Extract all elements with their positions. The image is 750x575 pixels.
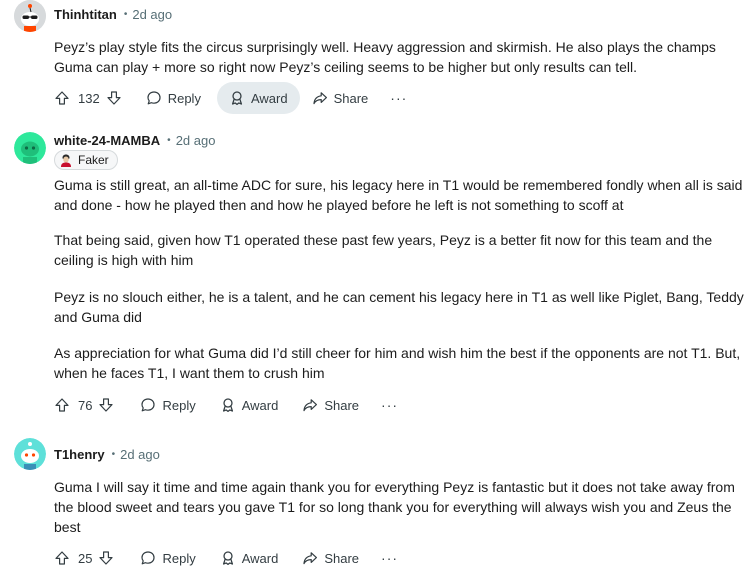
award-label: Award (241, 550, 279, 566)
vote-count: 132 (78, 90, 100, 106)
share-button[interactable]: Share (290, 389, 371, 421)
separator: • (111, 448, 116, 460)
comment-actions: 76 Reply Award Share ··· (54, 388, 408, 422)
comment-paragraph: That being said, given how T1 operated t… (54, 232, 713, 268)
more-options-button[interactable]: ··· (371, 550, 408, 566)
separator: • (123, 8, 128, 20)
award-label: Award (241, 397, 279, 413)
reply-button[interactable]: Reply (134, 82, 213, 114)
downvote-icon[interactable] (98, 397, 114, 413)
award-icon (229, 90, 245, 106)
more-options-button[interactable]: ··· (371, 397, 408, 413)
share-label: Share (324, 550, 360, 566)
username[interactable]: white-24-MAMBA (54, 133, 160, 148)
user-flair: Faker (54, 150, 118, 170)
timestamp[interactable]: 2d ago (176, 133, 216, 148)
upvote-icon[interactable] (54, 550, 70, 566)
comment-body: Guma is still great, an all-time ADC for… (54, 175, 744, 381)
username[interactable]: T1henry (54, 447, 105, 462)
faker-portrait-icon (59, 153, 73, 167)
vote-group: 132 (54, 81, 128, 115)
vote-group: 25 (54, 541, 120, 575)
comment-actions: 132 Reply Award Share ··· (54, 81, 417, 115)
more-options-button[interactable]: ··· (380, 90, 417, 106)
comment-paragraph: Guma is still great, an all-time ADC for… (54, 177, 743, 213)
downvote-icon[interactable] (106, 90, 122, 106)
vote-group: 76 (54, 388, 120, 422)
comment-paragraph: As appreciation for what Guma did I’d st… (54, 345, 741, 381)
upvote-icon[interactable] (54, 90, 70, 106)
reply-button[interactable]: Reply (128, 389, 207, 421)
vote-count: 25 (78, 550, 93, 566)
share-icon (312, 90, 328, 106)
comment-body: Peyz’s play style fits the circus surpri… (54, 37, 744, 77)
comment-paragraph: Peyz is no slouch either, he is a talent… (54, 289, 744, 325)
reply-label: Reply (162, 397, 196, 413)
comment-paragraph: Peyz’s play style fits the circus surpri… (54, 39, 716, 75)
username[interactable]: Thinhtitan (54, 7, 117, 22)
flair-label: Faker (78, 153, 109, 167)
reply-icon (140, 550, 156, 566)
share-icon (302, 550, 318, 566)
snoo-teal-avatar-icon[interactable] (14, 438, 46, 470)
comment-actions: 25 Reply Award Share ··· (54, 541, 408, 575)
comment-header: T1henry • 2d ago (54, 444, 160, 464)
award-button[interactable]: Award (208, 542, 291, 574)
share-label: Share (333, 90, 369, 106)
share-button[interactable]: Share (290, 542, 371, 574)
award-label: Award (250, 90, 288, 106)
award-icon (220, 550, 236, 566)
comment-header: Thinhtitan • 2d ago (54, 4, 172, 24)
reply-button[interactable]: Reply (128, 542, 207, 574)
comment-paragraph: Guma I will say it time and time again t… (54, 479, 735, 535)
snoo-green-avatar-icon[interactable] (14, 132, 46, 164)
reply-label: Reply (162, 550, 196, 566)
share-label: Share (324, 397, 360, 413)
comment-header: white-24-MAMBA • 2d ago (54, 130, 215, 150)
reply-label: Reply (167, 90, 201, 106)
share-button[interactable]: Share (300, 82, 381, 114)
comment-body: Guma I will say it time and time again t… (54, 477, 744, 537)
award-button[interactable]: Award (216, 82, 300, 114)
timestamp[interactable]: 2d ago (132, 7, 172, 22)
reply-icon (140, 397, 156, 413)
timestamp[interactable]: 2d ago (120, 447, 160, 462)
share-icon (302, 397, 318, 413)
separator: • (167, 134, 171, 146)
downvote-icon[interactable] (98, 550, 114, 566)
snoo-sunglasses-avatar-icon[interactable] (14, 0, 46, 32)
award-icon (220, 397, 236, 413)
upvote-icon[interactable] (54, 397, 70, 413)
reply-icon (146, 90, 162, 106)
award-button[interactable]: Award (208, 389, 291, 421)
vote-count: 76 (78, 397, 93, 413)
